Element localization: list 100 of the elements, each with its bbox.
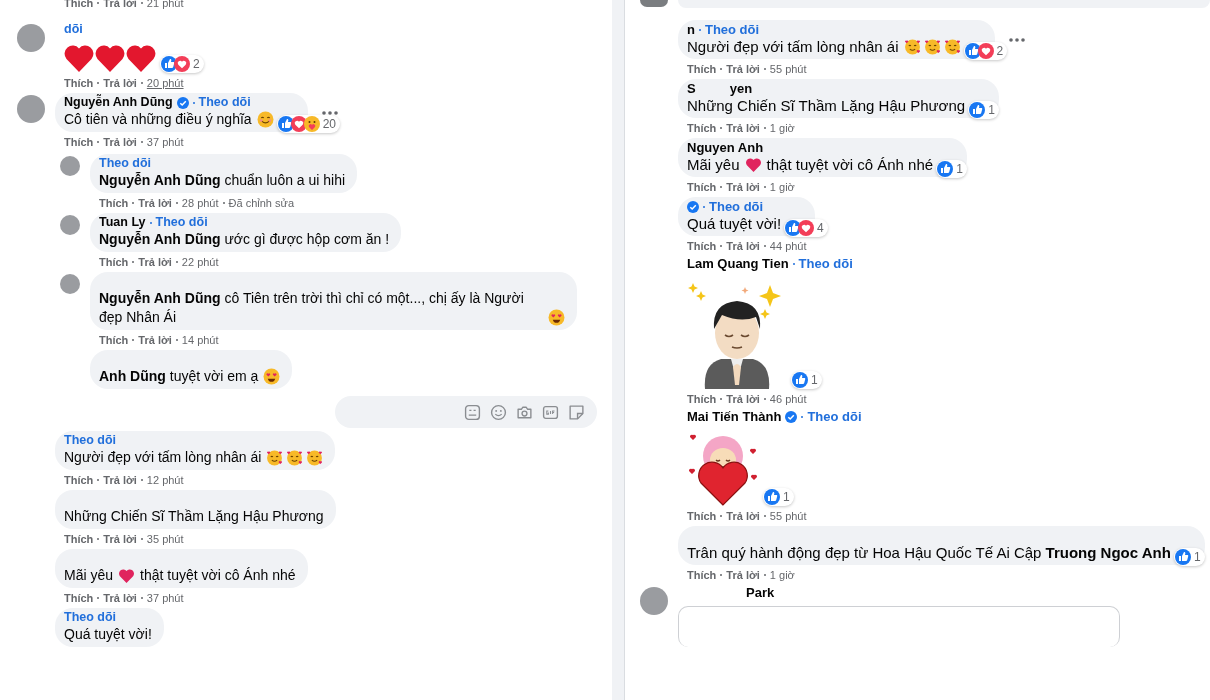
reactions-badge[interactable]: 1 (791, 371, 822, 389)
avatar[interactable] (17, 95, 45, 123)
gif-icon[interactable] (542, 403, 559, 421)
reply-input-field[interactable] (335, 396, 597, 428)
author-name[interactable]: yen (729, 81, 753, 96)
reply-link[interactable]: Trả lời (103, 135, 137, 149)
like-link[interactable]: Thích (99, 196, 129, 210)
timestamp-link[interactable]: 35 phút (146, 532, 184, 546)
author-name[interactable]: Lam Quang Tien (687, 256, 789, 271)
comment-text: Những Chiến Sĩ Thầm Lặng Hậu Phương (687, 96, 966, 115)
follow-link[interactable]: Theo dõi (709, 199, 764, 214)
comment-text: Người đẹp với tấm lòng nhân ái (687, 37, 899, 56)
avatar[interactable] (17, 24, 45, 52)
heart-eyes-emoji-icon (263, 368, 281, 385)
like-link[interactable]: Thích (687, 392, 717, 406)
timestamp-link[interactable]: 46 phút (769, 392, 807, 406)
author-name[interactable]: S (687, 81, 696, 96)
timestamp-link[interactable]: 1 giờ (769, 180, 795, 194)
avatar[interactable] (640, 0, 668, 7)
hearts-face-emoji-icon (306, 449, 324, 466)
reply-link[interactable]: Trả lời (726, 392, 760, 406)
follow-link[interactable]: Theo dõi (155, 215, 208, 230)
timestamp-link[interactable]: 12 phút (146, 473, 184, 487)
avatar[interactable] (60, 274, 80, 294)
reply-link[interactable]: Trả lời (726, 239, 760, 253)
like-link[interactable]: Thích (99, 333, 129, 347)
reply-link[interactable]: Trả lời (726, 121, 760, 135)
like-link[interactable]: Thích (687, 180, 717, 194)
timestamp-link[interactable]: 14 phút (181, 333, 219, 347)
timestamp-link[interactable]: 37 phút (146, 135, 184, 149)
avatar[interactable] (640, 587, 668, 615)
smiling-emoji-icon (256, 111, 274, 128)
like-link[interactable]: Thích (64, 532, 94, 546)
reaction-count: 1 (1193, 549, 1201, 565)
heart-eyes-emoji-icon (548, 309, 565, 326)
follow-link[interactable]: Theo dõi (807, 409, 862, 424)
follow-link[interactable]: Theo dõi (64, 433, 117, 448)
camera-icon[interactable] (516, 403, 533, 421)
reply-link[interactable]: Trả lời (726, 568, 760, 582)
avatar[interactable] (60, 156, 80, 176)
like-link[interactable]: Thích (687, 121, 717, 135)
reactions-badge[interactable]: 4 (784, 219, 828, 237)
follow-link[interactable]: Theo dõi (198, 95, 251, 110)
reply-link[interactable]: Trả lời (138, 333, 172, 347)
timestamp-link[interactable]: 28 phút (181, 196, 219, 210)
reply-link[interactable]: Trả lời (726, 62, 760, 76)
like-link[interactable]: Thích (687, 62, 717, 76)
like-link[interactable]: Thích (64, 76, 94, 90)
reactions-badge[interactable]: 20 (276, 115, 340, 133)
timestamp-link[interactable]: 1 giờ (769, 121, 795, 135)
like-link[interactable]: Thích (64, 591, 94, 605)
follow-link[interactable]: dõi (64, 22, 83, 37)
like-link[interactable]: Thích (99, 255, 129, 269)
reply-link[interactable]: Trả lời (103, 76, 137, 90)
follow-link[interactable]: Theo dõi (99, 156, 152, 171)
author-name[interactable]: Tuan Ly (99, 215, 146, 230)
reply-link[interactable]: Trả lời (138, 196, 172, 210)
reactions-badge[interactable]: 2 (963, 42, 1008, 60)
timestamp-link[interactable]: 55 phút (769, 62, 807, 76)
reply-link[interactable]: Trả lời (138, 255, 172, 269)
like-reaction-icon (277, 116, 294, 132)
love-reaction-icon (977, 43, 994, 59)
reactions-badge[interactable]: 2 (160, 55, 204, 73)
timestamp-link[interactable]: 44 phút (769, 239, 807, 253)
reply-link[interactable]: Trả lời (726, 509, 760, 523)
like-link[interactable]: Thích (687, 568, 717, 582)
comment-text: thật tuyệt vời cô Ánh nhé (140, 566, 296, 585)
avatar-sticker-icon[interactable] (464, 403, 481, 421)
like-link[interactable]: Thích (687, 239, 717, 253)
timestamp-link[interactable]: 22 phút (181, 255, 219, 269)
reactions-badge[interactable]: 1 (763, 488, 794, 506)
author-name[interactable]: Nguyễn Anh Dũng (64, 95, 173, 110)
follow-link[interactable]: Theo dõi (798, 256, 853, 271)
like-link[interactable]: Thích (64, 473, 94, 487)
reaction-count: 1 (811, 372, 818, 388)
timestamp-link[interactable]: 1 giờ (769, 568, 795, 582)
sticker-icon[interactable] (568, 403, 585, 421)
author-name[interactable]: Park (746, 585, 775, 600)
reactions-badge[interactable]: 1 (1173, 548, 1205, 566)
timestamp-link[interactable]: 55 phút (769, 509, 807, 523)
reply-link[interactable]: Trả lời (103, 532, 137, 546)
follow-link[interactable]: Theo dõi (64, 610, 117, 625)
reply-link[interactable]: Trả lời (726, 180, 760, 194)
more-options-icon[interactable] (1006, 36, 1027, 43)
reply-link[interactable]: Trả lời (103, 591, 137, 605)
timestamp-link[interactable]: 37 phút (146, 591, 184, 605)
timestamp-link[interactable]: 20 phút (146, 76, 184, 90)
reactions-badge[interactable]: 1 (968, 101, 999, 119)
reactions-badge[interactable]: 1 (936, 160, 967, 178)
reply-link[interactable]: Trả lời (103, 473, 137, 487)
like-link[interactable]: Thích (687, 509, 717, 523)
comment-text: Quá tuyệt vời! (687, 214, 782, 233)
author-name[interactable]: Nguyen Anh (687, 140, 764, 155)
like-link[interactable]: Thích (64, 135, 94, 149)
follow-link[interactable]: Theo dõi (704, 22, 760, 37)
author-name[interactable]: n (687, 22, 695, 37)
emoji-icon[interactable] (490, 403, 507, 421)
author-name[interactable]: Mai Tiến Thành (687, 409, 782, 424)
avatar[interactable] (60, 215, 80, 235)
more-options-icon[interactable] (319, 109, 340, 116)
